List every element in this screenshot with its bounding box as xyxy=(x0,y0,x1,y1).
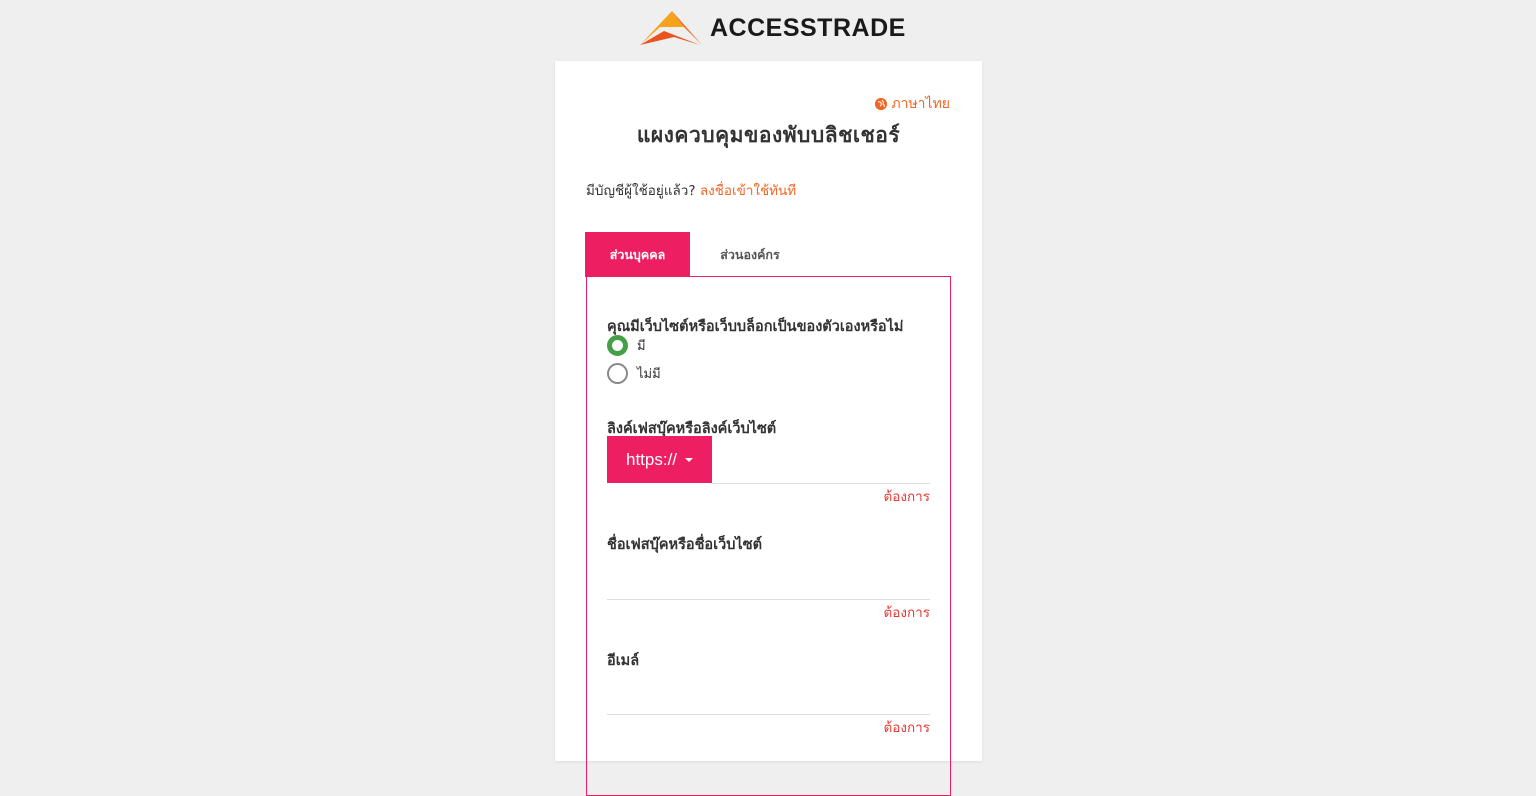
radio-option-no[interactable]: ไม่มี xyxy=(607,363,661,384)
login-prompt: มีบัญชีผู้ใช้อยู่แล้ว? ลงชื่อเข้าใช้ทันท… xyxy=(586,179,796,201)
signup-card: ภาษาไทย แผงควบคุมของพับบลิชเชอร์ มีบัญชี… xyxy=(555,61,982,796)
radio-unchecked-icon[interactable] xyxy=(607,363,628,384)
name-field-label: ชื่อเฟสบุ๊คหรือชื่อเว็บไซต์ xyxy=(607,537,762,553)
account-type-tabs: ส่วนบุคคล ส่วนองค์กร xyxy=(585,232,951,277)
link-input[interactable] xyxy=(712,483,930,484)
language-selector[interactable]: ภาษาไทย xyxy=(875,93,950,115)
tab-organization[interactable]: ส่วนองค์กร xyxy=(690,232,810,277)
email-field-label: อีเมล์ xyxy=(607,653,640,669)
brand-name: ACCESSTRADE xyxy=(710,13,906,42)
login-prompt-text: มีบัญชีผู้ใช้อยู่แล้ว? xyxy=(586,183,696,199)
name-required-hint: ต้องการ xyxy=(883,605,930,621)
website-question-label: คุณมีเว็บไซต์หรือเว็บบล็อกเป็นของตัวเองห… xyxy=(607,319,904,335)
link-required-hint: ต้องการ xyxy=(883,489,930,505)
globe-icon xyxy=(875,98,888,110)
brand-logo: ACCESSTRADE xyxy=(640,8,906,48)
protocol-value: https:// xyxy=(625,449,678,469)
name-input[interactable] xyxy=(607,599,930,600)
accesstrade-logo-icon xyxy=(640,11,702,45)
tab-personal[interactable]: ส่วนบุคคล xyxy=(585,232,690,277)
language-label: ภาษาไทย xyxy=(891,96,950,112)
radio-yes-label: มี xyxy=(637,339,646,354)
radio-option-yes[interactable]: มี xyxy=(607,335,646,356)
protocol-dropdown-button[interactable]: https:// xyxy=(607,436,712,483)
radio-no-label: ไม่มี xyxy=(637,367,661,382)
signup-form-panel: คุณมีเว็บไซต์หรือเว็บบล็อกเป็นของตัวเองห… xyxy=(586,276,951,796)
radio-checked-icon[interactable] xyxy=(607,335,628,356)
caret-down-icon xyxy=(685,457,694,462)
page-title: แผงควบคุมของพับบลิชเชอร์ xyxy=(636,123,901,147)
email-required-hint: ต้องการ xyxy=(883,720,930,736)
login-link[interactable]: ลงชื่อเข้าใช้ทันที xyxy=(700,183,796,199)
email-input[interactable] xyxy=(607,714,930,715)
